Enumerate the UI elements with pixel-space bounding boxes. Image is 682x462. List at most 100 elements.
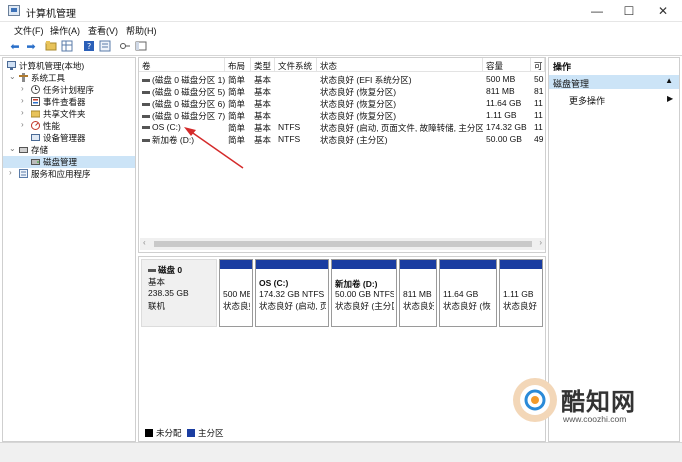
layout-cell: 简单 — [228, 111, 246, 121]
column-header-filesystem[interactable]: 文件系统 — [275, 58, 317, 72]
tree-label: 任务计划程序 — [43, 85, 95, 95]
capacity-cell: 50.00 GB — [486, 134, 522, 144]
free-cell: 11 — [534, 110, 543, 120]
table-row[interactable]: (磁盘 0 磁盘分区 5) 简单 基本 状态良好 (恢复分区) 811 MB 8… — [139, 86, 545, 98]
grid-icon[interactable] — [60, 40, 74, 54]
tree-label: 设备管理器 — [43, 133, 86, 143]
disk-bar-icon — [148, 269, 156, 273]
table-row[interactable]: (磁盘 0 磁盘分区 1) 简单 基本 状态良好 (EFI 系统分区) 500 … — [139, 74, 545, 86]
chevron-right-icon[interactable]: ▶ — [667, 94, 673, 103]
menu-help[interactable]: 帮助(H) — [126, 24, 157, 37]
chevron-down-icon[interactable]: ⌄ — [9, 72, 16, 81]
partition-status: 状态良好 — [223, 301, 250, 311]
forward-icon[interactable]: ➡ — [24, 40, 38, 54]
column-header-free[interactable]: 可 — [531, 58, 545, 72]
tree-item-root[interactable]: 计算机管理(本地) — [3, 60, 135, 72]
type-cell: 基本 — [254, 87, 272, 97]
table-row[interactable]: 新加卷 (D:) 简单 基本 NTFS 状态良好 (主分区) 50.00 GB … — [139, 134, 545, 146]
disk-name-text: 磁盘 0 — [158, 265, 183, 275]
volume-list: 卷 布局 类型 文件系统 状态 容量 可 (磁盘 0 磁盘分区 1) 简单 基本… — [138, 57, 546, 253]
partition-block[interactable]: 1.11 GB 状态良好 — [499, 259, 543, 327]
menu-view[interactable]: 查看(V) — [88, 24, 118, 37]
tree-label: 磁盘管理 — [43, 157, 78, 167]
tree-item-disk-management[interactable]: 磁盘管理 — [3, 156, 135, 168]
close-button[interactable]: ✕ — [648, 2, 678, 20]
volume-name: OS (C:) — [152, 122, 181, 132]
tools-icon — [19, 73, 28, 82]
help-icon[interactable]: ? — [82, 40, 96, 54]
chevron-right-icon[interactable]: › — [9, 168, 12, 177]
chevron-right-icon[interactable]: › — [21, 120, 24, 129]
chevron-right-icon[interactable]: › — [21, 84, 24, 93]
watermark-inner — [520, 385, 550, 415]
table-row[interactable]: (磁盘 0 磁盘分区 6) 简单 基本 状态良好 (恢复分区) 11.64 GB… — [139, 98, 545, 110]
action-label: 磁盘管理 — [553, 79, 590, 89]
status-cell: 状态良好 (恢复分区) — [320, 111, 397, 121]
tree-item-task-scheduler[interactable]: › 任务计划程序 — [3, 84, 135, 96]
key-icon[interactable] — [118, 40, 132, 54]
back-icon[interactable]: ⬅ — [8, 40, 22, 54]
panel-icon[interactable] — [134, 40, 148, 54]
folder-icon[interactable] — [44, 40, 58, 54]
disk-icon — [31, 157, 40, 166]
menu-action[interactable]: 操作(A) — [50, 24, 80, 37]
status-cell: 状态良好 (恢复分区) — [320, 87, 397, 97]
watermark-brand: 酷知网 — [561, 389, 636, 416]
table-row[interactable]: OS (C:) 简单 基本 NTFS 状态良好 (启动, 页面文件, 故障转储,… — [139, 122, 545, 134]
partition-status: 状态良好 (启动, 页 — [259, 301, 326, 311]
status-cell: 状态良好 (启动, 页面文件, 故障转储, 主分区) — [320, 123, 483, 133]
horizontal-scrollbar[interactable]: ‹ › — [140, 238, 545, 250]
partition-block[interactable]: 811 MB 状态良好 — [399, 259, 437, 327]
tree-item-system-tools[interactable]: ⌄ 系统工具 — [3, 72, 135, 84]
column-header-status[interactable]: 状态 — [317, 58, 483, 72]
tree-item-event-viewer[interactable]: › 事件查看器 — [3, 96, 135, 108]
scroll-left-icon[interactable]: ‹ — [143, 238, 146, 247]
tree-item-device-manager[interactable]: 设备管理器 — [3, 132, 135, 144]
partition-block[interactable]: 11.64 GB 状态良好 (恢 — [439, 259, 497, 327]
chevron-right-icon[interactable]: › — [21, 96, 24, 105]
properties-icon[interactable] — [98, 40, 112, 54]
partition-block[interactable]: 500 MB 状态良好 — [219, 259, 253, 327]
free-cell: 50 — [534, 74, 544, 84]
type-cell: 基本 — [254, 111, 272, 121]
volume-name: (磁盘 0 磁盘分区 1) — [152, 75, 225, 85]
scrollbar-thumb[interactable] — [154, 241, 532, 247]
tree-label: 存储 — [31, 145, 49, 155]
tree-item-shared-folders[interactable]: › 共享文件夹 — [3, 108, 135, 120]
partition-block[interactable]: OS (C:) 174.32 GB NTFS 状态良好 (启动, 页 — [255, 259, 329, 327]
tree-item-services-apps[interactable]: › 服务和应用程序 — [3, 168, 135, 180]
legend-label-primary: 主分区 — [198, 428, 224, 438]
action-more[interactable]: 更多操作 — [569, 94, 605, 107]
legend-swatch-primary — [187, 429, 195, 437]
action-disk-management[interactable]: 磁盘管理 ▲ — [549, 75, 679, 89]
partition-block[interactable]: 新加卷 (D:) 50.00 GB NTFS 状态良好 (主分区 — [331, 259, 397, 327]
partition-size: 500 MB — [223, 289, 250, 299]
partition-color-bar — [256, 260, 328, 269]
minimize-button[interactable]: — — [582, 2, 612, 20]
chevron-right-icon[interactable]: › — [21, 108, 24, 117]
tree-label: 服务和应用程序 — [31, 169, 91, 179]
menu-file[interactable]: 文件(F) — [14, 24, 44, 37]
capacity-cell: 11.64 GB — [486, 98, 522, 108]
filesystem-cell: NTFS — [278, 134, 301, 144]
tree-item-storage[interactable]: ⌄ 存储 — [3, 144, 135, 156]
column-header-layout[interactable]: 布局 — [225, 58, 251, 72]
scroll-right-icon[interactable]: › — [539, 238, 542, 247]
column-header-type[interactable]: 类型 — [251, 58, 275, 72]
chevron-down-icon[interactable]: ⌄ — [9, 144, 16, 153]
volume-icon — [142, 103, 150, 107]
partition-name: OS (C:) — [259, 278, 289, 288]
tree-item-performance[interactable]: › 性能 — [3, 120, 135, 132]
column-header-capacity[interactable]: 容量 — [483, 58, 531, 72]
maximize-button[interactable]: ☐ — [614, 2, 644, 20]
disk-info[interactable]: 磁盘 0 基本 238.35 GB 联机 — [141, 259, 217, 327]
storage-icon — [19, 145, 28, 154]
column-header-volume[interactable]: 卷 — [139, 58, 225, 72]
collapse-up-icon[interactable]: ▲ — [665, 76, 673, 85]
actions-title: 操作 — [553, 62, 572, 72]
partition-size: 11.64 GB — [443, 289, 479, 299]
volume-name: 新加卷 (D:) — [152, 135, 195, 145]
filesystem-cell: NTFS — [278, 122, 301, 132]
table-row[interactable]: (磁盘 0 磁盘分区 7) 简单 基本 状态良好 (恢复分区) 1.11 GB … — [139, 110, 545, 122]
legend-swatch-unallocated — [145, 429, 153, 437]
